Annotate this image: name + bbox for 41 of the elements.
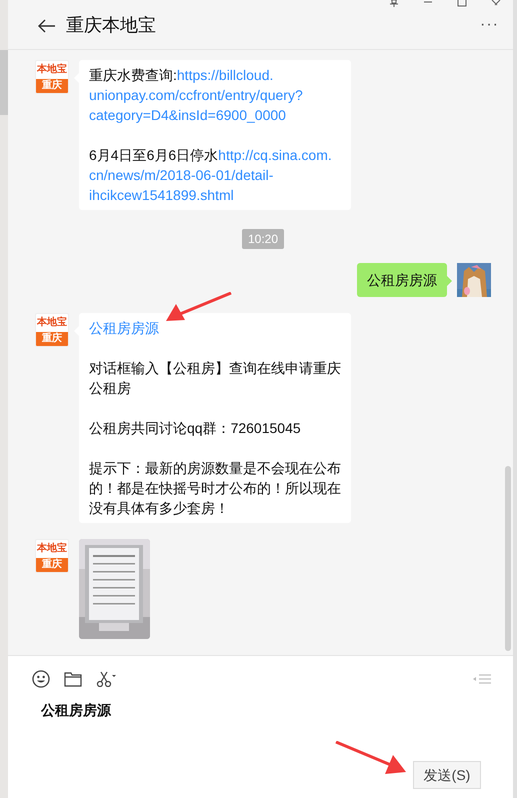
- message-text: 的！都是在快摇号时才公布的！所以现在: [89, 480, 341, 496]
- message-text: 对话框输入【公租房】查询在线申请重庆: [89, 360, 341, 376]
- message-text: 公租房房源: [367, 272, 437, 288]
- link[interactable]: category=D4&insId=6900_0000: [89, 107, 286, 123]
- arrow-drawing: [166, 292, 232, 324]
- message-text: 公租房共同讨论qq群：726015045: [89, 420, 301, 436]
- logo-text: 本地宝: [36, 62, 68, 77]
- city-label: 重庆: [36, 332, 68, 346]
- link[interactable]: http://cq.sina.com.: [218, 147, 332, 163]
- back-arrow-icon[interactable]: [38, 18, 56, 32]
- send-button[interactable]: 发送(S): [413, 761, 481, 789]
- message-text: 6月4日至6月6日停水: [89, 147, 218, 163]
- message-text: 重庆水费查询:: [89, 67, 177, 83]
- link[interactable]: https://billcloud.: [176, 67, 274, 83]
- pin-icon[interactable]: [389, 0, 399, 7]
- close-icon[interactable]: [491, 0, 501, 7]
- timestamp: 10:20: [242, 229, 284, 249]
- more-button[interactable]: ···: [480, 12, 499, 36]
- link[interactable]: 公租房房源: [89, 320, 159, 336]
- emoji-icon[interactable]: [32, 670, 50, 688]
- message-text: 公租房: [89, 380, 131, 396]
- avatar[interactable]: 本地宝 重庆: [35, 539, 69, 573]
- scissors-icon[interactable]: [96, 671, 116, 687]
- logo-text: 本地宝: [36, 315, 68, 330]
- city-label: 重庆: [36, 558, 68, 572]
- message-text: 没有具体有多少套房！: [89, 500, 229, 516]
- window-title: 重庆本地宝: [66, 14, 156, 36]
- folder-icon[interactable]: [64, 671, 82, 687]
- avatar[interactable]: 本地宝 重庆: [35, 313, 69, 347]
- arrow-drawing: [335, 741, 407, 775]
- scrollbar: [0, 50, 8, 115]
- maximize-icon[interactable]: [457, 0, 467, 7]
- link[interactable]: cn/news/m/2018-06-01/detail-: [89, 167, 274, 183]
- logo-text: 本地宝: [36, 541, 68, 556]
- message-input[interactable]: 公租房房源: [41, 700, 341, 721]
- scrollbar[interactable]: [505, 466, 511, 651]
- message-text: 提示下：最新的房源数量是不会现在公布: [89, 460, 341, 476]
- city-label: 重庆: [36, 79, 68, 93]
- link[interactable]: ihcikcew1541899.shtml: [89, 187, 234, 203]
- link[interactable]: unionpay.com/ccfront/entry/query?: [89, 87, 303, 103]
- avatar[interactable]: 本地宝 重庆: [35, 60, 69, 94]
